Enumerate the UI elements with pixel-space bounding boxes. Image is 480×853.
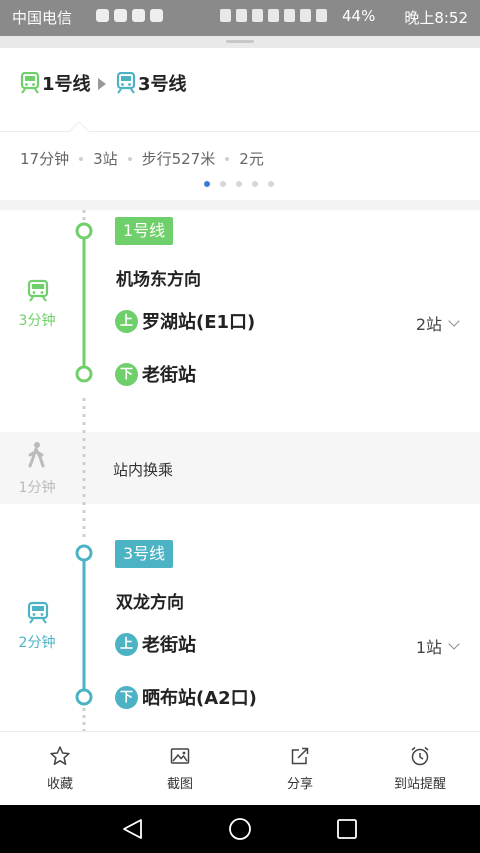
line3-end-node (75, 688, 93, 706)
alight-station: 下 老街站 (115, 361, 196, 387)
arrow-right-icon (98, 78, 106, 90)
separator-dot (127, 156, 132, 161)
page-dot[interactable] (220, 181, 226, 187)
segment-duration: 3分钟 (18, 313, 56, 329)
notification-icons (96, 9, 163, 22)
location-icon (220, 9, 231, 22)
line1-start-node (75, 222, 93, 240)
board-station: 上 罗湖站(E1口) (115, 308, 255, 334)
line-badge: 3号线 (115, 540, 174, 568)
share-label: 分享 (286, 777, 313, 792)
alight-station: 下 晒布站(A2口) (115, 684, 257, 710)
vibrate-icon (268, 9, 279, 22)
summary-stops: 3站 (93, 150, 118, 168)
system-icons (220, 9, 327, 22)
separator-dot (225, 156, 230, 161)
board-tag: 上 (115, 632, 138, 656)
favorite-label: 收藏 (46, 777, 73, 792)
page-dot-active[interactable] (204, 181, 210, 187)
bluetooth-icon (236, 9, 247, 22)
app-notification-icon (114, 9, 127, 22)
carrier-name: 中国电信 (12, 9, 73, 27)
direction-text: 双龙方向 (116, 593, 184, 613)
summary-fare: 2元 (239, 150, 264, 168)
subway-icon (116, 72, 136, 94)
nav-buttons (123, 818, 357, 840)
line1-end-node (75, 365, 93, 383)
alarm-icon (284, 9, 295, 22)
bottom-toolbar: 收藏 截图 分享 到站提醒 (0, 731, 480, 805)
separator-dot (79, 156, 84, 161)
direction-text: 机场东方向 (116, 270, 201, 290)
page-dot[interactable] (236, 181, 242, 187)
board-station: 上 老街站 (115, 631, 196, 657)
alarm-clock-icon (411, 746, 429, 766)
stops-count: 2站 (415, 315, 442, 334)
home-icon (229, 818, 251, 840)
chevron-down-icon (448, 315, 460, 327)
alight-tag: 下 (115, 362, 138, 386)
arrival-alert-button[interactable]: 到站提醒 (360, 732, 480, 805)
board-station-name: 老街站 (142, 635, 196, 656)
subway-icon (27, 279, 49, 302)
battery-level: 44% (342, 7, 376, 25)
route-header: 1号线 3号线 (0, 48, 480, 132)
route-timeline (27, 210, 93, 731)
stops-toggle[interactable]: 2站 (415, 311, 460, 335)
board-station-name: 罗湖站(E1口) (142, 312, 256, 333)
clock: 晚上8:52 (404, 9, 468, 27)
share-icon (291, 747, 309, 765)
cloud-icon (96, 9, 109, 22)
page-dot[interactable] (268, 181, 274, 187)
map-notification-icon (132, 9, 145, 22)
screenshot-label: 截图 (166, 777, 193, 792)
board-tag: 上 (115, 309, 138, 333)
back-icon (123, 819, 142, 839)
line3-start-node (75, 544, 93, 562)
alight-station-name: 老街站 (142, 365, 196, 386)
summary-walk: 步行527米 (141, 150, 216, 168)
wifi-icon (300, 9, 311, 22)
line-chip-3: 3号线 (116, 70, 187, 96)
line-chip-label: 3号线 (138, 74, 187, 95)
transfer-text: 站内换乘 (113, 461, 174, 479)
page-indicator[interactable] (204, 181, 274, 187)
nfc-icon (252, 9, 263, 22)
alight-tag: 下 (115, 685, 138, 709)
arrival-alert-label: 到站提醒 (393, 777, 446, 792)
segment-duration: 2分钟 (18, 635, 56, 651)
summary-duration: 17分钟 (20, 150, 70, 168)
stops-count: 1站 (415, 638, 442, 657)
drag-handle[interactable] (226, 40, 254, 43)
recents-icon (337, 819, 357, 839)
line-chip-1: 1号线 (20, 70, 91, 96)
route-summary: 17分钟 3站 步行527米 2元 (20, 148, 264, 169)
share-button[interactable]: 分享 (240, 732, 360, 805)
star-icon (50, 746, 70, 765)
line-badge: 1号线 (115, 217, 174, 245)
subway-icon (27, 601, 49, 624)
alight-station-name: 晒布站(A2口) (142, 688, 257, 709)
chevron-down-icon (448, 638, 460, 650)
walking-icon (28, 442, 45, 468)
transfer-duration: 1分钟 (18, 480, 56, 496)
system-nav-bar (0, 805, 480, 853)
page-dot[interactable] (252, 181, 258, 187)
screenshot-button[interactable]: 截图 (120, 732, 240, 805)
subway-icon (20, 72, 40, 94)
stops-toggle[interactable]: 1站 (415, 634, 460, 658)
baidu-notification-icon (150, 9, 163, 22)
image-icon (170, 748, 190, 764)
line-chip-label: 1号线 (42, 74, 91, 95)
favorite-button[interactable]: 收藏 (0, 732, 120, 805)
signal-icon (316, 9, 327, 22)
status-bar: 中国电信 44% 晚上8:52 (0, 0, 480, 36)
